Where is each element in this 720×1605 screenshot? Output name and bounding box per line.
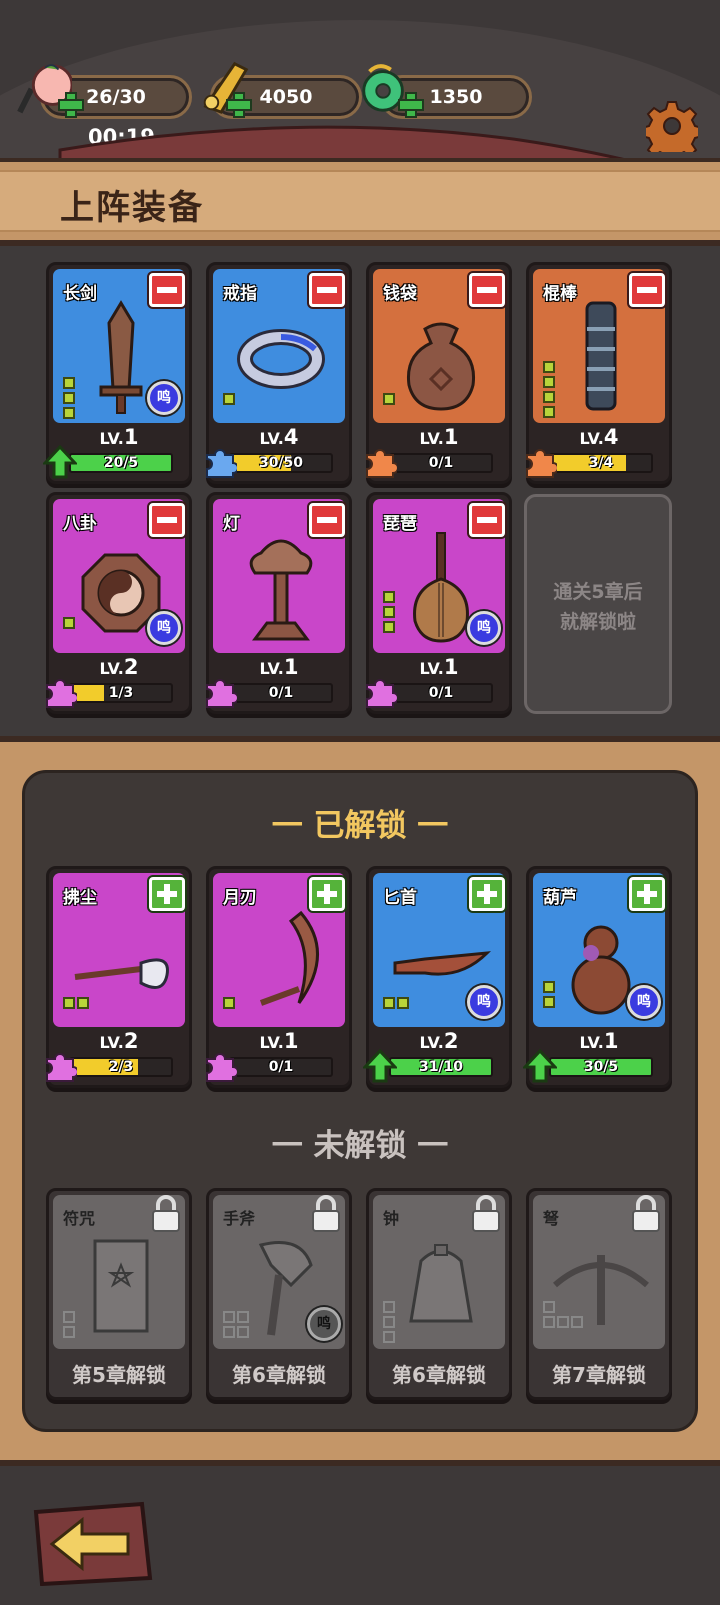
money-bag-icon <box>406 322 476 411</box>
progress-bar: 0/1 <box>389 453 493 473</box>
star-pips <box>543 1301 583 1328</box>
ming-icon: 鸣 <box>307 1307 341 1341</box>
equip-card-bagua[interactable]: 八卦 鸣 LV.2 1/3 <box>46 492 192 714</box>
ming-icon: 鸣 <box>147 381 181 415</box>
equip-card-deng[interactable]: 灯 LV.1 0/1 <box>206 492 352 714</box>
unlock-requirement: 第6章解锁 <box>392 1363 486 1387</box>
progress-bar: 30/50 <box>229 453 333 473</box>
banner-title: 上阵装备 <box>60 188 204 228</box>
progress-bar: 20/5 <box>69 453 173 473</box>
puzzle-blue-icon <box>206 449 237 478</box>
ming-icon: 鸣 <box>467 611 501 645</box>
unlocked-card-bishou[interactable]: 匕首 鸣 LV.2 31/10 <box>363 866 512 1088</box>
upgrade-arrow-icon <box>363 1049 397 1083</box>
locked-card-fuzhou[interactable]: 符咒 第5章解锁 <box>46 1188 192 1400</box>
puzzle-purple-icon <box>206 1053 237 1082</box>
add-ticket-icon[interactable] <box>226 92 252 118</box>
progress-bar: 0/1 <box>229 683 333 703</box>
equip-card-pipa[interactable]: 琵琶 鸣 LV.1 0/1 <box>366 492 512 714</box>
back-button[interactable] <box>28 1500 154 1586</box>
star-pips <box>543 361 555 418</box>
unlock-requirement: 第6章解锁 <box>232 1363 326 1387</box>
star-pips <box>223 393 235 405</box>
locked-equip-slot: 通关5章后 就解锁啦 <box>524 494 672 714</box>
puzzle-purple-icon <box>366 679 397 708</box>
unlocked-card-hulu[interactable]: 葫芦 鸣 LV.1 30/5 <box>523 866 672 1088</box>
star-pips <box>63 997 89 1009</box>
unlock-requirement: 第7章解锁 <box>552 1363 646 1387</box>
star-pips <box>63 1311 75 1338</box>
ring-icon <box>237 329 325 389</box>
unlocked-card-yueren[interactable]: 月刃 LV.1 0/1 <box>206 866 352 1088</box>
progress-bar: 0/1 <box>389 683 493 703</box>
ming-icon: 鸣 <box>467 985 501 1019</box>
locked-slot-text: 通关5章后 就解锁啦 <box>553 581 643 633</box>
locked-card-zhong[interactable]: 钟 第6章解锁 <box>366 1188 512 1400</box>
equip-card-jiezhi[interactable]: 戒指 LV.4 30/50 <box>206 262 352 484</box>
progress-bar: 30/5 <box>549 1057 653 1077</box>
locked-section-title: 一 未解锁 一 <box>271 1128 449 1164</box>
star-pips <box>383 393 395 405</box>
upgrade-arrow-icon <box>523 1049 557 1083</box>
moon-blade-icon <box>259 910 319 1006</box>
progress-bar: 1/3 <box>69 683 173 703</box>
upgrade-arrow-icon <box>43 445 77 479</box>
star-pips <box>63 617 75 629</box>
puzzle-purple-icon <box>206 679 237 708</box>
progress-bar: 0/1 <box>229 1057 333 1077</box>
unlock-requirement: 第5章解锁 <box>72 1363 166 1387</box>
locked-card-nu[interactable]: 弩 第7章解锁 <box>526 1188 672 1400</box>
talisman-icon <box>93 1239 149 1333</box>
star-pips <box>543 981 555 1008</box>
locked-card-shoufu[interactable]: 手斧 鸣 第6章解锁 <box>206 1188 352 1400</box>
puzzle-purple-icon <box>46 679 77 708</box>
star-pips <box>223 997 235 1009</box>
equipped-banner: 上阵装备 <box>0 158 720 246</box>
progress-bar: 2/3 <box>69 1057 173 1077</box>
equip-card-gunbang[interactable]: 棍棒 LV.4 3/4 <box>526 262 672 484</box>
star-pips <box>383 591 395 633</box>
equip-card-changjian[interactable]: 长剑 鸣 LV.1 20/5 <box>43 262 192 484</box>
equip-card-qiandai[interactable]: 钱袋 LV.1 0/1 <box>366 262 512 484</box>
star-pips <box>383 997 409 1009</box>
unlocked-section-title: 一 已解锁 一 <box>271 808 449 844</box>
puzzle-orange-icon <box>526 449 557 478</box>
ming-icon: 鸣 <box>147 611 181 645</box>
star-pips <box>383 1301 395 1343</box>
add-peach-icon[interactable] <box>58 92 84 118</box>
star-pips <box>223 1311 249 1338</box>
bell-icon <box>409 1244 473 1323</box>
puzzle-orange-icon <box>366 449 397 478</box>
ming-icon: 鸣 <box>627 985 661 1019</box>
progress-bar: 31/10 <box>389 1057 493 1077</box>
club-icon <box>585 301 617 411</box>
add-jade-icon[interactable] <box>398 92 424 118</box>
puzzle-purple-icon <box>46 1053 77 1082</box>
lotus-lamp-icon <box>249 539 313 641</box>
progress-bar: 3/4 <box>549 453 653 473</box>
unlocked-card-fuchen[interactable]: 拂尘 LV.2 2/3 <box>46 866 192 1088</box>
star-pips <box>63 377 75 419</box>
